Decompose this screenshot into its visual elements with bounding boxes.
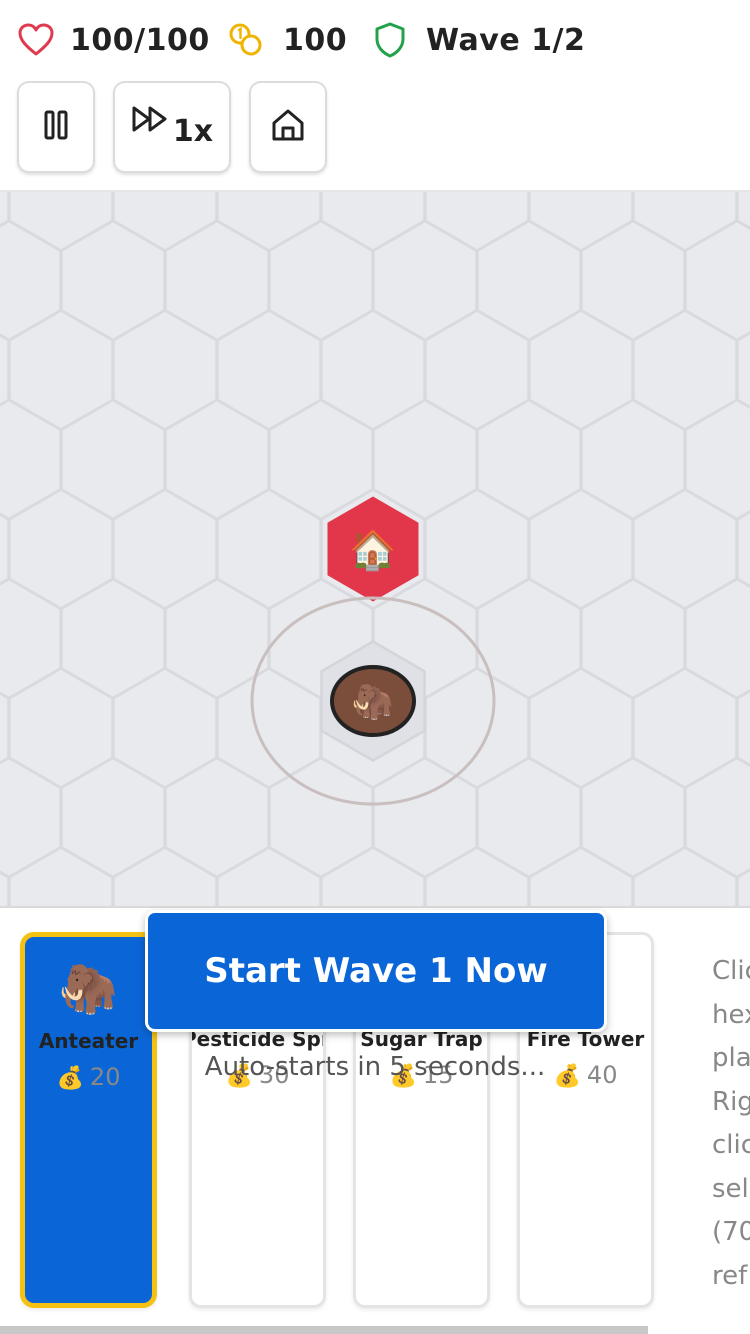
anteater-icon: 🦣 <box>58 961 119 1017</box>
house-icon: 🏠 <box>349 528 396 572</box>
auto-start-text: Auto-starts in 5 seconds... <box>204 1052 546 1082</box>
start-wave-button[interactable]: Start Wave 1 Now <box>145 910 607 1032</box>
home-button[interactable] <box>249 81 327 173</box>
coins-icon <box>227 21 265 59</box>
speed-label: 1x <box>172 113 214 149</box>
pause-button[interactable] <box>17 81 95 173</box>
coins-stat: 100 <box>227 20 347 60</box>
home-icon <box>270 107 306 147</box>
wave-value: Wave 1/2 <box>426 22 586 58</box>
coins-value: 100 <box>283 22 348 58</box>
help-text: Clic hex pla Rig clic sel (70 ref <box>712 956 750 1291</box>
map-border <box>0 906 750 908</box>
tower-card-anteater[interactable]: 🦣 Anteater 💰 20 <box>20 932 157 1308</box>
fast-forward-icon <box>131 105 171 137</box>
hud-bar: 100/100 100 Wave 1/2 <box>0 0 750 80</box>
pause-icon <box>43 110 69 144</box>
game-map[interactable]: 🏠 🦣 <box>0 192 750 906</box>
speed-button[interactable]: 1x <box>113 81 231 173</box>
tower-cost: 💰 20 <box>56 1063 121 1091</box>
wave-stat: Wave 1/2 <box>374 20 585 60</box>
horizontal-scrollbar[interactable] <box>0 1326 648 1334</box>
shield-icon <box>374 22 406 58</box>
tower-name: Anteater <box>38 1029 139 1053</box>
lives-stat: 100/100 <box>18 20 210 60</box>
lives-value: 100/100 <box>70 22 210 58</box>
money-bag-icon: 💰 <box>56 1066 84 1091</box>
mammoth-icon: 🦣 <box>352 682 394 722</box>
hex-grid[interactable]: 🏠🦣 <box>0 192 750 906</box>
heart-icon <box>18 23 54 57</box>
